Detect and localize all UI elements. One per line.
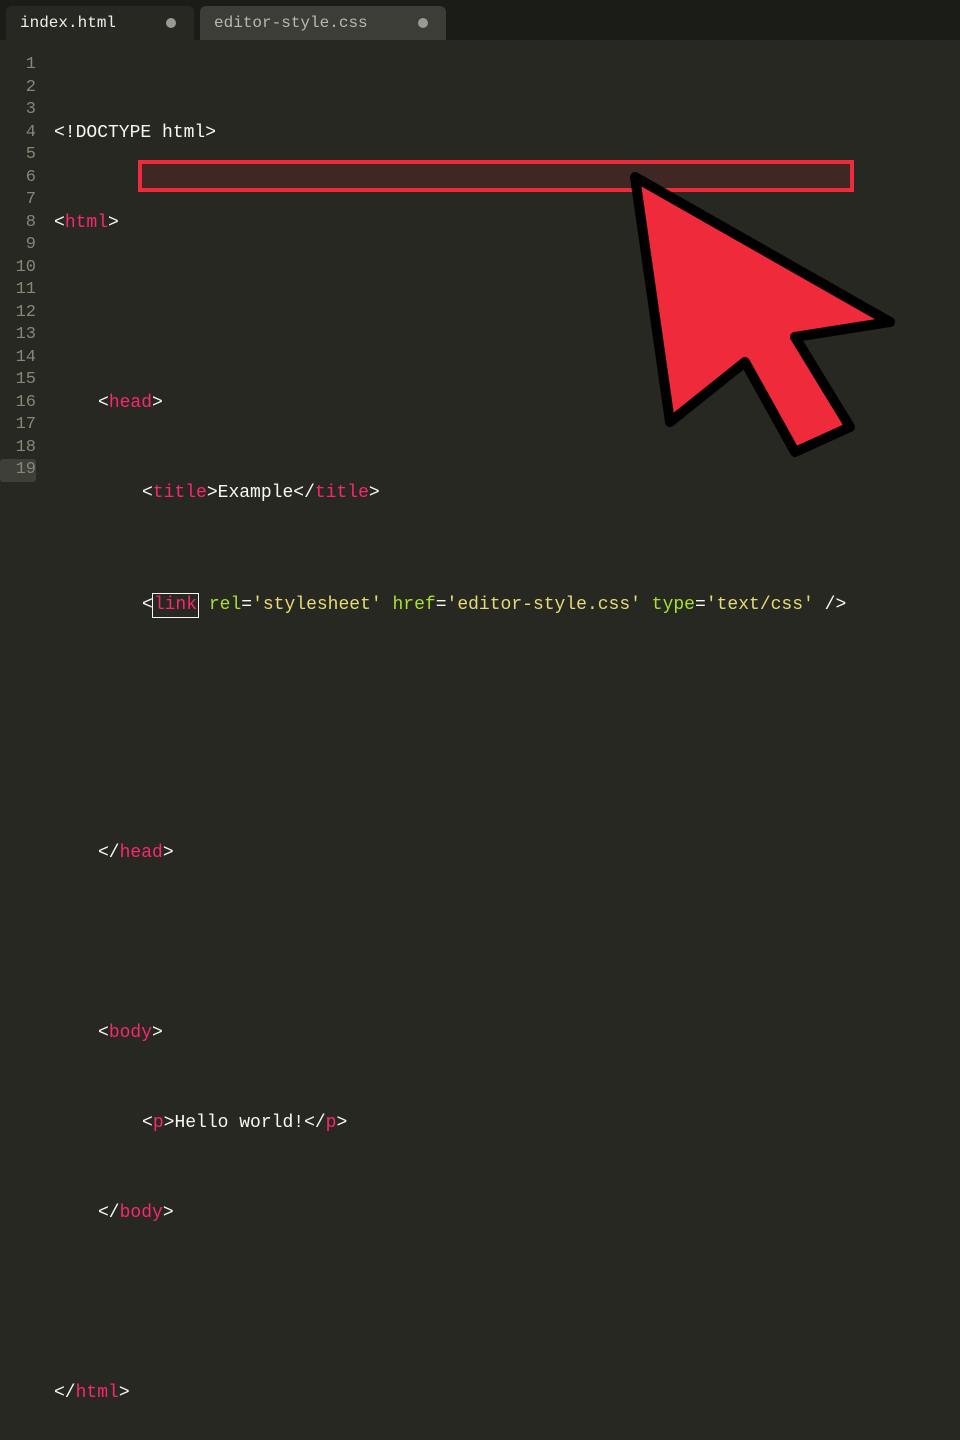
tab-editor-style-css[interactable]: editor-style.css [200,6,446,40]
line-number: 10 [0,257,36,280]
code-editor[interactable]: 1 2 3 4 5 6 7 8 9 10 11 12 13 14 15 16 1… [0,40,960,720]
dirty-indicator-icon [166,18,176,28]
tab-label: editor-style.css [214,14,368,32]
line-number: 9 [0,234,36,257]
code-line [54,302,846,325]
line-number: 17 [0,414,36,437]
code-line: </html> [54,1382,846,1405]
line-number: 11 [0,279,36,302]
token-attr: href [393,595,436,615]
token-doctype: <!DOCTYPE html> [54,123,216,143]
token-string: 'text/css' [706,595,814,615]
token-tag: body [109,1023,152,1043]
code-line [54,932,846,955]
line-number: 14 [0,347,36,370]
code-line [54,1292,846,1315]
token-tag: link [154,595,197,615]
tab-index-html[interactable]: index.html [6,6,194,40]
line-number: 7 [0,189,36,212]
code-line: </head> [54,842,846,865]
token-tag: html [65,213,108,233]
line-number: 18 [0,437,36,460]
token-tag: head [120,843,163,863]
line-number: 5 [0,144,36,167]
code-line: <title>Example</title> [54,482,846,505]
code-line-highlighted: <link rel='stylesheet' href='editor-styl… [54,594,846,617]
line-number: 2 [0,77,36,100]
line-number: 3 [0,99,36,122]
code-line: <body> [54,1022,846,1045]
token-tag: head [109,393,152,413]
line-number: 19 [0,459,36,482]
line-number: 13 [0,324,36,347]
line-number-gutter: 1 2 3 4 5 6 7 8 9 10 11 12 13 14 15 16 1… [0,40,44,720]
token-text: Example [218,483,294,503]
token-tag: p [326,1113,337,1133]
token-tag: body [120,1203,163,1223]
line-number: 16 [0,392,36,415]
line-number: 12 [0,302,36,325]
token-text: Hello world! [174,1113,304,1133]
token-string: 'editor-style.css' [447,595,641,615]
line-number: 4 [0,122,36,145]
token-tag: html [76,1383,119,1403]
token-attr: type [652,595,695,615]
code-line [54,752,846,775]
code-line: <head> [54,392,846,415]
dirty-indicator-icon [418,18,428,28]
code-line: <p>Hello world!</p> [54,1112,846,1135]
tab-label: index.html [20,14,116,32]
line-number: 1 [0,54,36,77]
code-line: <!DOCTYPE html> [54,122,846,145]
token-tag: title [153,483,207,503]
tab-bar: index.html editor-style.css [0,0,960,40]
token-string: 'stylesheet' [252,595,382,615]
line-number: 6 [0,167,36,190]
search-match: link [153,594,198,617]
line-number: 15 [0,369,36,392]
line-number: 8 [0,212,36,235]
code-line: </body> [54,1202,846,1225]
token-tag: p [153,1113,164,1133]
code-line [54,684,846,707]
code-line: <html> [54,212,846,235]
token-tag: title [315,483,369,503]
token-attr: rel [209,595,241,615]
code-area[interactable]: <!DOCTYPE html> <html> <head> <title>Exa… [44,40,846,720]
